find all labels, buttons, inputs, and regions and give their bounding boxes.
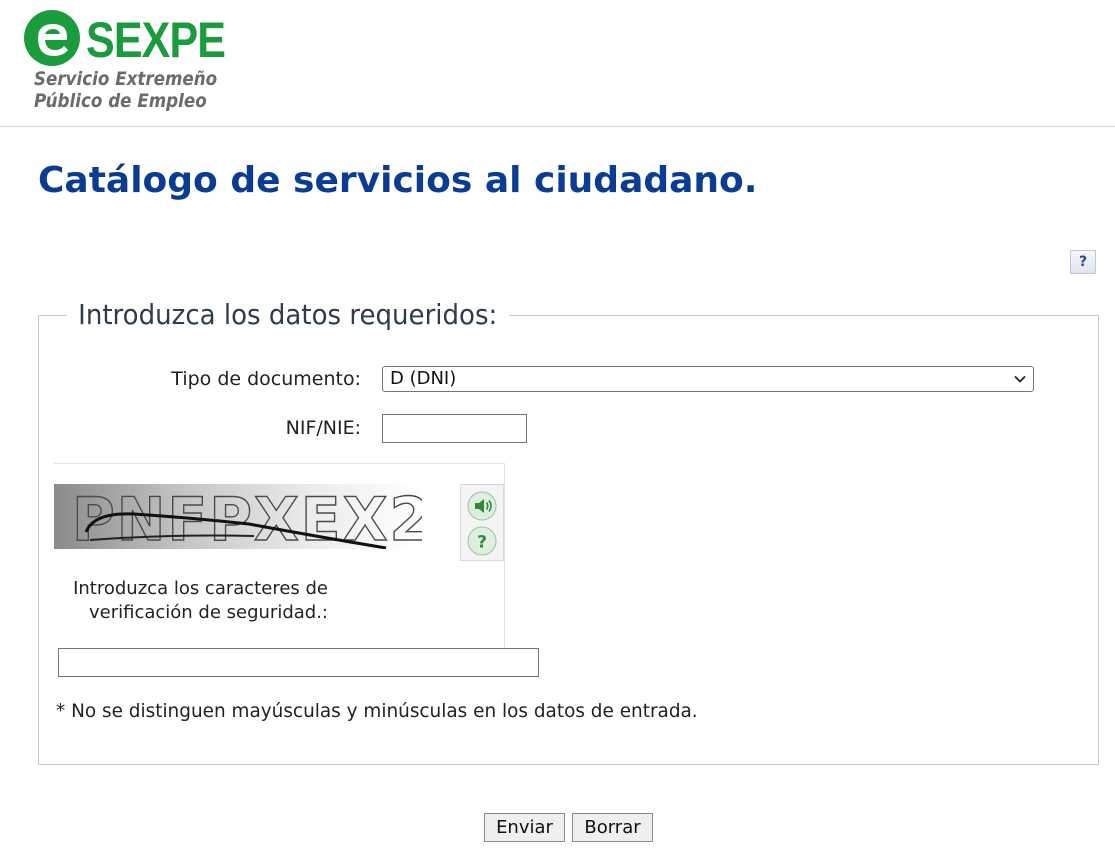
- speaker-icon[interactable]: [467, 491, 497, 521]
- question-icon[interactable]: ?: [467, 526, 497, 556]
- logo-subtitle: Servicio Extremeño Público de Empleo: [34, 68, 217, 112]
- doc-type-select[interactable]: D (DNI): [382, 366, 1034, 392]
- chevron-down-icon: [1014, 375, 1026, 383]
- clear-button[interactable]: Borrar: [572, 813, 653, 842]
- captcha-input[interactable]: [58, 648, 539, 677]
- case-insensitive-note: * No se distinguen mayúsculas y minúscul…: [56, 700, 698, 722]
- doc-type-label: Tipo de documento:: [171, 368, 361, 390]
- form-legend: Introduzca los datos requeridos:: [67, 298, 509, 332]
- logo-wordmark: SEXPE: [86, 12, 226, 68]
- captcha-image: PNFPXEX2: [54, 484, 422, 549]
- captcha-text: PNFPXEX2: [72, 485, 422, 549]
- doc-type-selected-value: D (DNI): [390, 368, 457, 389]
- sexpe-logo[interactable]: SEXPE Servicio Extremeño Público de Empl…: [22, 8, 226, 116]
- logo-subtitle-line1: Servicio Extremeño: [34, 68, 218, 90]
- captcha-label: Introduzca los caracteres de verificació…: [73, 578, 328, 623]
- nif-input[interactable]: [382, 414, 527, 443]
- nif-label: NIF/NIE:: [285, 417, 361, 439]
- logo-subtitle-line2: Público de Empleo: [34, 90, 207, 112]
- help-button[interactable]: ?: [1070, 250, 1096, 274]
- send-button[interactable]: Enviar: [484, 813, 565, 842]
- site-header: SEXPE Servicio Extremeño Público de Empl…: [0, 0, 1115, 127]
- svg-text:?: ?: [477, 533, 487, 553]
- captcha-controls: ?: [460, 484, 504, 561]
- page-title: Catálogo de servicios al ciudadano.: [38, 160, 758, 201]
- e-logo-icon: [24, 10, 80, 66]
